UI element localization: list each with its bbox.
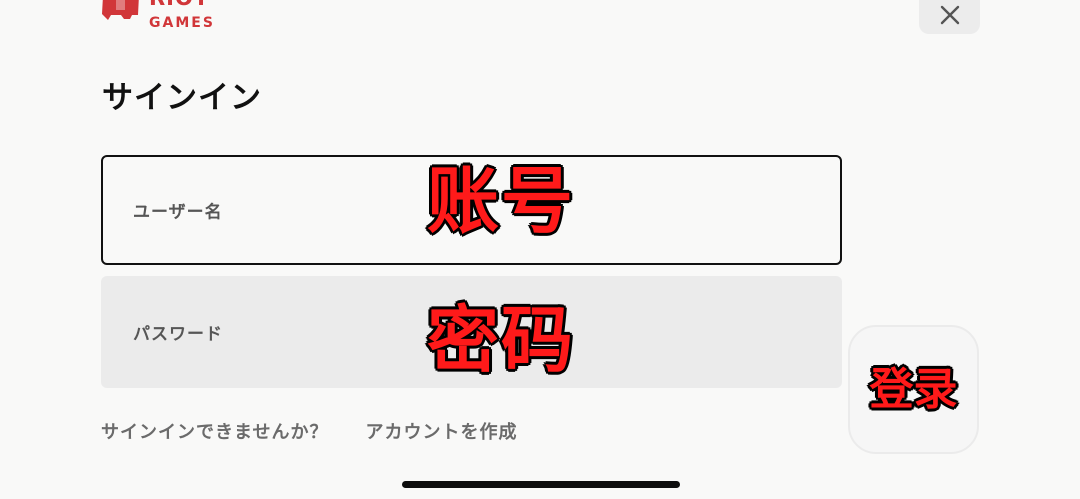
close-button[interactable] bbox=[919, 0, 980, 34]
close-icon bbox=[940, 5, 959, 25]
username-overlay-text: 账号 bbox=[427, 159, 576, 243]
cant-sign-in-link[interactable]: サインインできませんか？ bbox=[101, 418, 328, 444]
riot-games-logo: RIOT GAMES bbox=[101, 0, 231, 30]
brand-name: RIOT bbox=[149, 0, 215, 9]
home-indicator bbox=[402, 481, 680, 488]
page-title: サインイン bbox=[102, 80, 262, 116]
signin-button-label: 登录 bbox=[869, 363, 958, 415]
riot-fist-icon bbox=[102, 0, 139, 20]
brand-text: RIOT GAMES bbox=[149, 0, 215, 30]
password-overlay-text: 密码 bbox=[427, 298, 576, 382]
create-account-link[interactable]: アカウントを作成 bbox=[365, 418, 517, 444]
brand-subtitle: GAMES bbox=[149, 15, 215, 31]
signin-button[interactable]: 登录 bbox=[848, 325, 979, 454]
footer-links: サインインできませんか？ アカウントを作成 bbox=[101, 418, 517, 444]
